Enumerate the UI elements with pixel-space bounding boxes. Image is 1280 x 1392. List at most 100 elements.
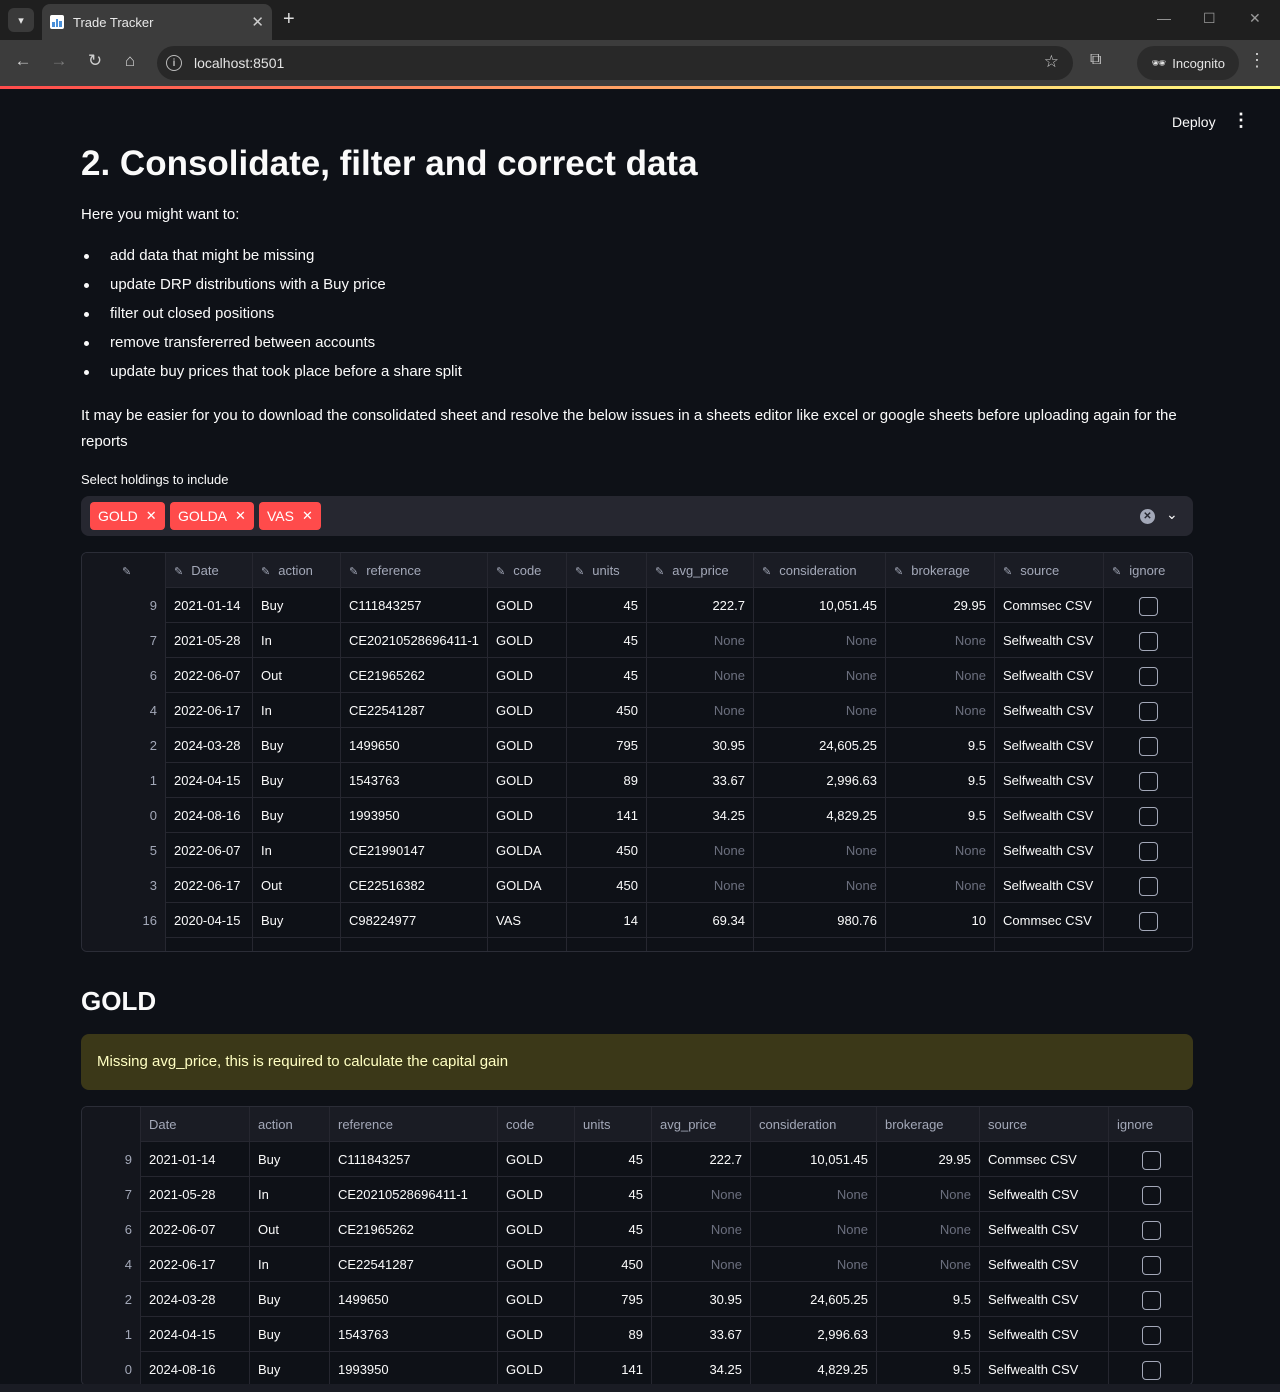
table-row[interactable]: 6 2022-06-07 Out CE21965262 GOLD 45 None None No…: [82, 658, 1192, 693]
window-close-icon[interactable]: ✕: [1249, 10, 1261, 27]
column-header-ignore[interactable]: ignore: [1109, 1107, 1192, 1142]
table-cell[interactable]: GOLD: [488, 728, 567, 763]
column-header-avg-price[interactable]: avg_price: [652, 1107, 751, 1142]
table-cell[interactable]: GOLD: [488, 588, 567, 623]
table-cell[interactable]: 89: [567, 763, 647, 798]
table-cell[interactable]: Out: [253, 658, 341, 693]
table-cell[interactable]: 450: [567, 833, 647, 868]
column-header-brokerage[interactable]: ✎ brokerage: [886, 553, 995, 588]
column-header-reference[interactable]: ✎ reference: [341, 553, 488, 588]
table-cell[interactable]: In: [253, 833, 341, 868]
browser-menu-kebab-icon[interactable]: ⋮: [1248, 50, 1266, 71]
table-cell[interactable]: 2022-06-07: [166, 658, 253, 693]
column-header-consideration[interactable]: ✎ consideration: [754, 553, 886, 588]
maximize-icon[interactable]: ☐: [1203, 10, 1216, 27]
ignore-checkbox[interactable]: [1141, 1326, 1161, 1346]
table-cell[interactable]: Selfwealth CSV: [995, 798, 1104, 833]
table-cell[interactable]: None: [886, 658, 995, 693]
table-cell[interactable]: 2024-04-15: [166, 763, 253, 798]
table-cell[interactable]: None: [754, 833, 886, 868]
chip-remove-icon[interactable]: ✕: [235, 508, 246, 524]
table-cell[interactable]: 141: [567, 798, 647, 833]
table-cell[interactable]: CE20210528696411-1: [341, 623, 488, 658]
table-cell[interactable]: GOLD: [488, 763, 567, 798]
table-cell[interactable]: GOLD: [488, 658, 567, 693]
table-cell[interactable]: Commsec CSV: [995, 903, 1104, 938]
column-header-action[interactable]: action: [250, 1107, 330, 1142]
table-cell[interactable]: 4,829.25: [754, 798, 886, 833]
table-cell[interactable]: Selfwealth CSV: [995, 693, 1104, 728]
table-cell[interactable]: 2024-03-28: [166, 728, 253, 763]
browser-tab[interactable]: Trade Tracker ✕: [42, 4, 272, 40]
table-cell[interactable]: None: [754, 868, 886, 903]
table-cell[interactable]: C98224977: [341, 903, 488, 938]
ignore-checkbox[interactable]: [1139, 702, 1158, 722]
table-cell[interactable]: 29.95: [886, 588, 995, 623]
table-cell[interactable]: 1499650: [341, 728, 488, 763]
table-cell[interactable]: None: [754, 658, 886, 693]
table-cell[interactable]: None: [886, 693, 995, 728]
holding-chip-gold[interactable]: GOLD ✕: [90, 502, 165, 530]
site-info-icon[interactable]: i: [166, 55, 182, 71]
tab-close-icon[interactable]: ✕: [251, 13, 264, 31]
table-row[interactable]: 4 2022-06-17 In CE22541287 GOLD 450 None None No…: [82, 1247, 1192, 1282]
clear-all-icon[interactable]: ✕: [1140, 509, 1155, 524]
address-bar[interactable]: i localhost:8501 ☆: [157, 46, 1073, 80]
column-header-avg-price[interactable]: ✎ avg_price: [647, 553, 754, 588]
column-header-brokerage[interactable]: brokerage: [877, 1107, 980, 1142]
gold-data-table[interactable]: Date action reference code units avg_price con…: [81, 1106, 1193, 1386]
table-cell[interactable]: 2021-05-28: [166, 623, 253, 658]
table-cell[interactable]: 980.76: [754, 903, 886, 938]
table-row[interactable]: 4 2022-06-17 In CE22541287 GOLD 450 None None No…: [82, 693, 1192, 728]
table-cell[interactable]: 30.95: [647, 728, 754, 763]
column-header-action[interactable]: ✎ action: [253, 553, 341, 588]
table-cell[interactable]: 69.34: [647, 903, 754, 938]
ignore-checkbox[interactable]: [1139, 737, 1158, 757]
table-cell[interactable]: None: [647, 833, 754, 868]
chip-remove-icon[interactable]: ✕: [302, 508, 313, 524]
bookmark-star-icon[interactable]: ☆: [1044, 52, 1059, 72]
table-cell[interactable]: GOLD: [488, 798, 567, 833]
table-row[interactable]: 16 2020-04-15 Buy C98224977 VAS 14 69.34 980.76…: [82, 903, 1192, 938]
table-cell[interactable]: 14: [567, 903, 647, 938]
minimize-icon[interactable]: —: [1157, 10, 1171, 26]
table-cell[interactable]: Buy: [253, 763, 341, 798]
ignore-checkbox[interactable]: [1141, 1186, 1161, 1206]
column-header-source[interactable]: ✎ source: [995, 553, 1104, 588]
table-cell[interactable]: Commsec CSV: [995, 588, 1104, 623]
table-cell[interactable]: 450: [567, 868, 647, 903]
table-row[interactable]: 9 2021-01-14 Buy C111843257 GOLD 45 222.7 10,05…: [82, 1142, 1192, 1177]
ignore-checkbox[interactable]: [1139, 597, 1158, 617]
column-header-units[interactable]: units: [575, 1107, 652, 1142]
column-header-date[interactable]: ✎ Date: [166, 553, 253, 588]
table-cell[interactable]: None: [886, 623, 995, 658]
table-cell[interactable]: CE21965262: [341, 658, 488, 693]
column-header-date[interactable]: Date: [141, 1107, 250, 1142]
forward-arrow-icon[interactable]: →: [47, 51, 71, 71]
holdings-multiselect[interactable]: GOLD ✕ GOLDA ✕ VAS ✕ ✕ ⌄: [81, 496, 1193, 536]
ignore-checkbox[interactable]: [1139, 842, 1158, 862]
column-header-source[interactable]: source: [980, 1107, 1109, 1142]
table-cell[interactable]: None: [647, 623, 754, 658]
table-row[interactable]: 3 2022-06-17 Out CE22516382 GOLDA 450 None None…: [82, 868, 1192, 903]
table-cell[interactable]: None: [647, 868, 754, 903]
table-cell[interactable]: Buy: [253, 903, 341, 938]
ignore-checkbox[interactable]: [1141, 1221, 1161, 1241]
table-row[interactable]: 5 2022-06-07 In CE21990147 GOLDA 450 None None N…: [82, 833, 1192, 868]
table-row[interactable]: 2 2024-03-28 Buy 1499650 GOLD 795 30.95 24,605.…: [82, 1282, 1192, 1317]
column-header-consideration[interactable]: consideration: [751, 1107, 877, 1142]
table-cell[interactable]: 9.5: [886, 763, 995, 798]
table-cell[interactable]: GOLD: [488, 623, 567, 658]
table-cell[interactable]: C111843257: [341, 588, 488, 623]
table-cell[interactable]: Buy: [253, 798, 341, 833]
ignore-checkbox[interactable]: [1139, 772, 1158, 792]
column-header-ignore[interactable]: ✎ ignore: [1104, 553, 1192, 588]
ignore-checkbox[interactable]: [1139, 877, 1158, 897]
table-cell[interactable]: None: [886, 833, 995, 868]
table-cell[interactable]: CE22541287: [341, 693, 488, 728]
table-cell[interactable]: Buy: [253, 588, 341, 623]
table-cell[interactable]: 33.67: [647, 763, 754, 798]
table-cell[interactable]: 2022-06-07: [166, 833, 253, 868]
table-cell[interactable]: Selfwealth CSV: [995, 623, 1104, 658]
table-cell[interactable]: 2024-08-16: [166, 798, 253, 833]
